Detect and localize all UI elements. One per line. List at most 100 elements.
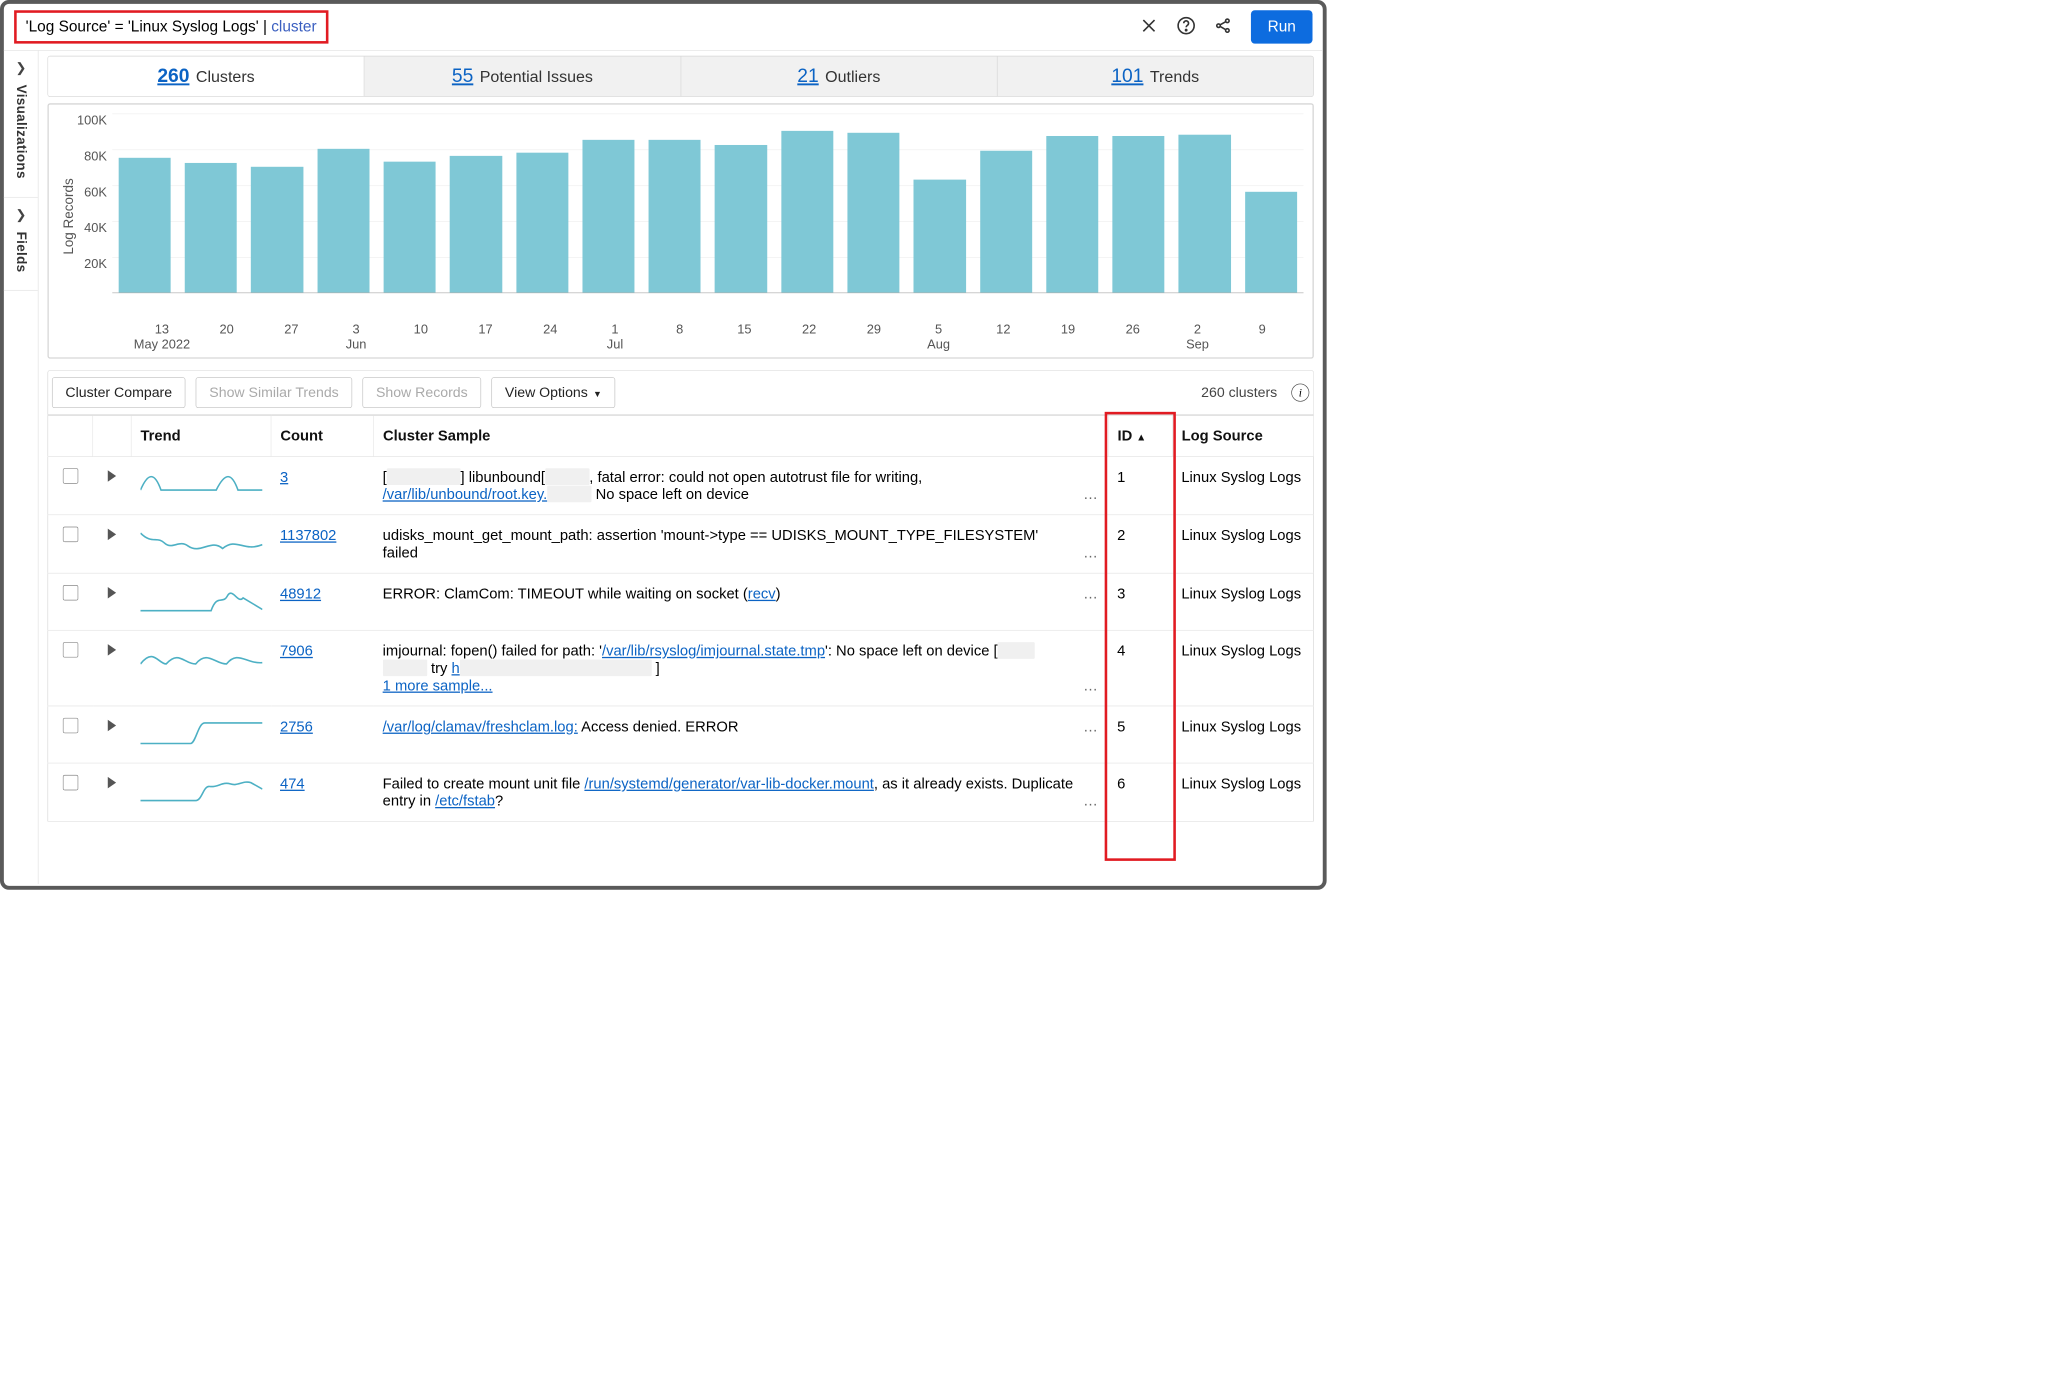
expand-icon[interactable]	[108, 470, 116, 482]
bar[interactable]	[1046, 136, 1098, 292]
bar[interactable]	[1112, 136, 1164, 292]
row-id: 5	[1108, 706, 1172, 763]
count-link[interactable]: 2756	[280, 718, 313, 735]
count-link[interactable]: 474	[280, 775, 305, 792]
table-row: 3 [xxxxxxxxxx] libunbound[xxxxxx, fatal e…	[48, 456, 1314, 514]
view-options-button[interactable]: View Options▼	[491, 377, 615, 408]
show-similar-trends-button: Show Similar Trends	[196, 377, 352, 408]
col-count[interactable]: Count	[271, 415, 374, 456]
cluster-sample-text: Failed to create mount unit file /run/sy…	[383, 775, 1077, 810]
bar[interactable]	[317, 149, 369, 293]
expand-icon[interactable]	[108, 777, 116, 789]
row-actions-icon[interactable]: …	[1083, 792, 1099, 809]
row-checkbox[interactable]	[63, 527, 78, 542]
sample-link[interactable]: h	[452, 659, 460, 676]
bar[interactable]	[980, 151, 1032, 293]
sample-link[interactable]: /var/log/clamav/freshclam.log:	[383, 718, 578, 735]
visualizations-panel-toggle[interactable]: ❯ Visualizations	[4, 51, 38, 198]
results-toolbar: Cluster Compare Show Similar Trends Show…	[47, 370, 1313, 414]
bar[interactable]	[781, 131, 833, 293]
bar[interactable]	[185, 163, 237, 292]
count-link[interactable]: 48912	[280, 585, 321, 602]
expand-icon[interactable]	[108, 587, 116, 599]
row-source: Linux Syslog Logs	[1172, 706, 1313, 763]
cluster-sample-text: [xxxxxxxxxx] libunbound[xxxxxx, fatal er…	[383, 468, 1077, 503]
bar[interactable]	[847, 133, 899, 293]
bar[interactable]	[1179, 134, 1231, 292]
table-row: 1137802udisks_mount_get_mount_path: asse…	[48, 515, 1314, 573]
bar[interactable]	[582, 140, 634, 293]
row-checkbox[interactable]	[63, 775, 78, 790]
redacted-text: xxxxx	[998, 642, 1035, 659]
tab-outliers[interactable]: 21Outliers	[681, 56, 997, 96]
expand-icon[interactable]	[108, 644, 116, 656]
expand-icon[interactable]	[108, 720, 116, 732]
trend-sparkline	[140, 718, 262, 748]
tab-potential-issues[interactable]: 55Potential Issues	[365, 56, 681, 96]
bar[interactable]	[1245, 192, 1297, 293]
query-input[interactable]: 'Log Source' = 'Linux Syslog Logs' | clu…	[14, 10, 328, 43]
tab-count: 260	[157, 65, 189, 86]
sample-link[interactable]: /run/systemd/generator/var-lib-docker.mo…	[584, 775, 873, 792]
sample-link[interactable]: /var/lib/rsyslog/imjournal.state.tmp	[602, 642, 825, 659]
run-button[interactable]: Run	[1251, 10, 1313, 43]
count-link[interactable]: 7906	[280, 642, 313, 659]
bar[interactable]	[516, 152, 568, 292]
bar-plot[interactable]	[112, 114, 1303, 294]
row-id: 3	[1108, 573, 1172, 630]
fields-label: Fields	[13, 231, 28, 272]
redacted-text: xxxxxxxxxxxxxxxxxxxxxxxxxx	[460, 659, 652, 676]
expand-icon[interactable]	[108, 529, 116, 541]
visualizations-label: Visualizations	[13, 85, 28, 179]
row-actions-icon[interactable]: …	[1083, 585, 1099, 602]
table-row: 48912ERROR: ClamCom: TIMEOUT while waiti…	[48, 573, 1314, 630]
table-row: 474 Failed to create mount unit file /run…	[48, 763, 1314, 821]
sample-link[interactable]: /etc/fstab	[435, 792, 495, 809]
row-id: 2	[1108, 515, 1172, 573]
chevron-right-icon: ❯	[15, 206, 26, 222]
trend-sparkline	[140, 468, 262, 498]
count-link[interactable]: 1137802	[280, 527, 336, 544]
row-source: Linux Syslog Logs	[1172, 630, 1313, 706]
row-actions-icon[interactable]: …	[1083, 486, 1099, 503]
bar[interactable]	[715, 145, 767, 292]
row-checkbox[interactable]	[63, 585, 78, 600]
col-trend[interactable]: Trend	[131, 415, 271, 456]
help-icon[interactable]	[1176, 16, 1195, 38]
bar[interactable]	[914, 179, 966, 292]
info-icon[interactable]: i	[1291, 384, 1309, 402]
row-actions-icon[interactable]: …	[1083, 677, 1099, 694]
row-checkbox[interactable]	[63, 642, 78, 657]
more-samples-link[interactable]: 1 more sample...	[383, 677, 493, 694]
row-checkbox[interactable]	[63, 468, 78, 483]
row-actions-icon[interactable]: …	[1083, 718, 1099, 735]
bar[interactable]	[450, 156, 502, 293]
col-id[interactable]: ID▲	[1108, 415, 1172, 456]
cluster-compare-button[interactable]: Cluster Compare	[52, 377, 186, 408]
y-axis-label: Log Records	[58, 114, 77, 319]
col-source[interactable]: Log Source	[1172, 415, 1313, 456]
col-sample[interactable]: Cluster Sample	[374, 415, 1109, 456]
redacted-text: xxxxxx	[547, 486, 591, 503]
row-checkbox[interactable]	[63, 718, 78, 733]
bar[interactable]	[118, 158, 170, 293]
bar[interactable]	[384, 161, 436, 292]
fields-panel-toggle[interactable]: ❯ Fields	[4, 197, 38, 290]
row-actions-icon[interactable]: …	[1083, 544, 1099, 561]
clear-icon[interactable]	[1139, 16, 1158, 38]
clusters-table: Trend Count Cluster Sample ID▲ Log Sourc…	[47, 414, 1313, 821]
query-command: cluster	[271, 18, 316, 35]
col-checkbox	[48, 415, 93, 456]
bar[interactable]	[251, 167, 303, 293]
tab-clusters[interactable]: 260Clusters	[48, 56, 364, 96]
count-link[interactable]: 3	[280, 468, 288, 485]
bar[interactable]	[649, 140, 701, 293]
share-icon[interactable]	[1214, 16, 1233, 38]
chart: Log Records 100K80K60K40K20K 13May 20222…	[47, 103, 1313, 358]
cluster-sample-text: /var/log/clamav/freshclam.log: Access de…	[383, 718, 1077, 735]
sample-link[interactable]: /var/lib/unbound/root.key.	[383, 486, 548, 503]
tab-trends[interactable]: 101Trends	[997, 56, 1313, 96]
col-expand	[93, 415, 131, 456]
row-source: Linux Syslog Logs	[1172, 573, 1313, 630]
sample-link[interactable]: recv	[748, 585, 776, 602]
